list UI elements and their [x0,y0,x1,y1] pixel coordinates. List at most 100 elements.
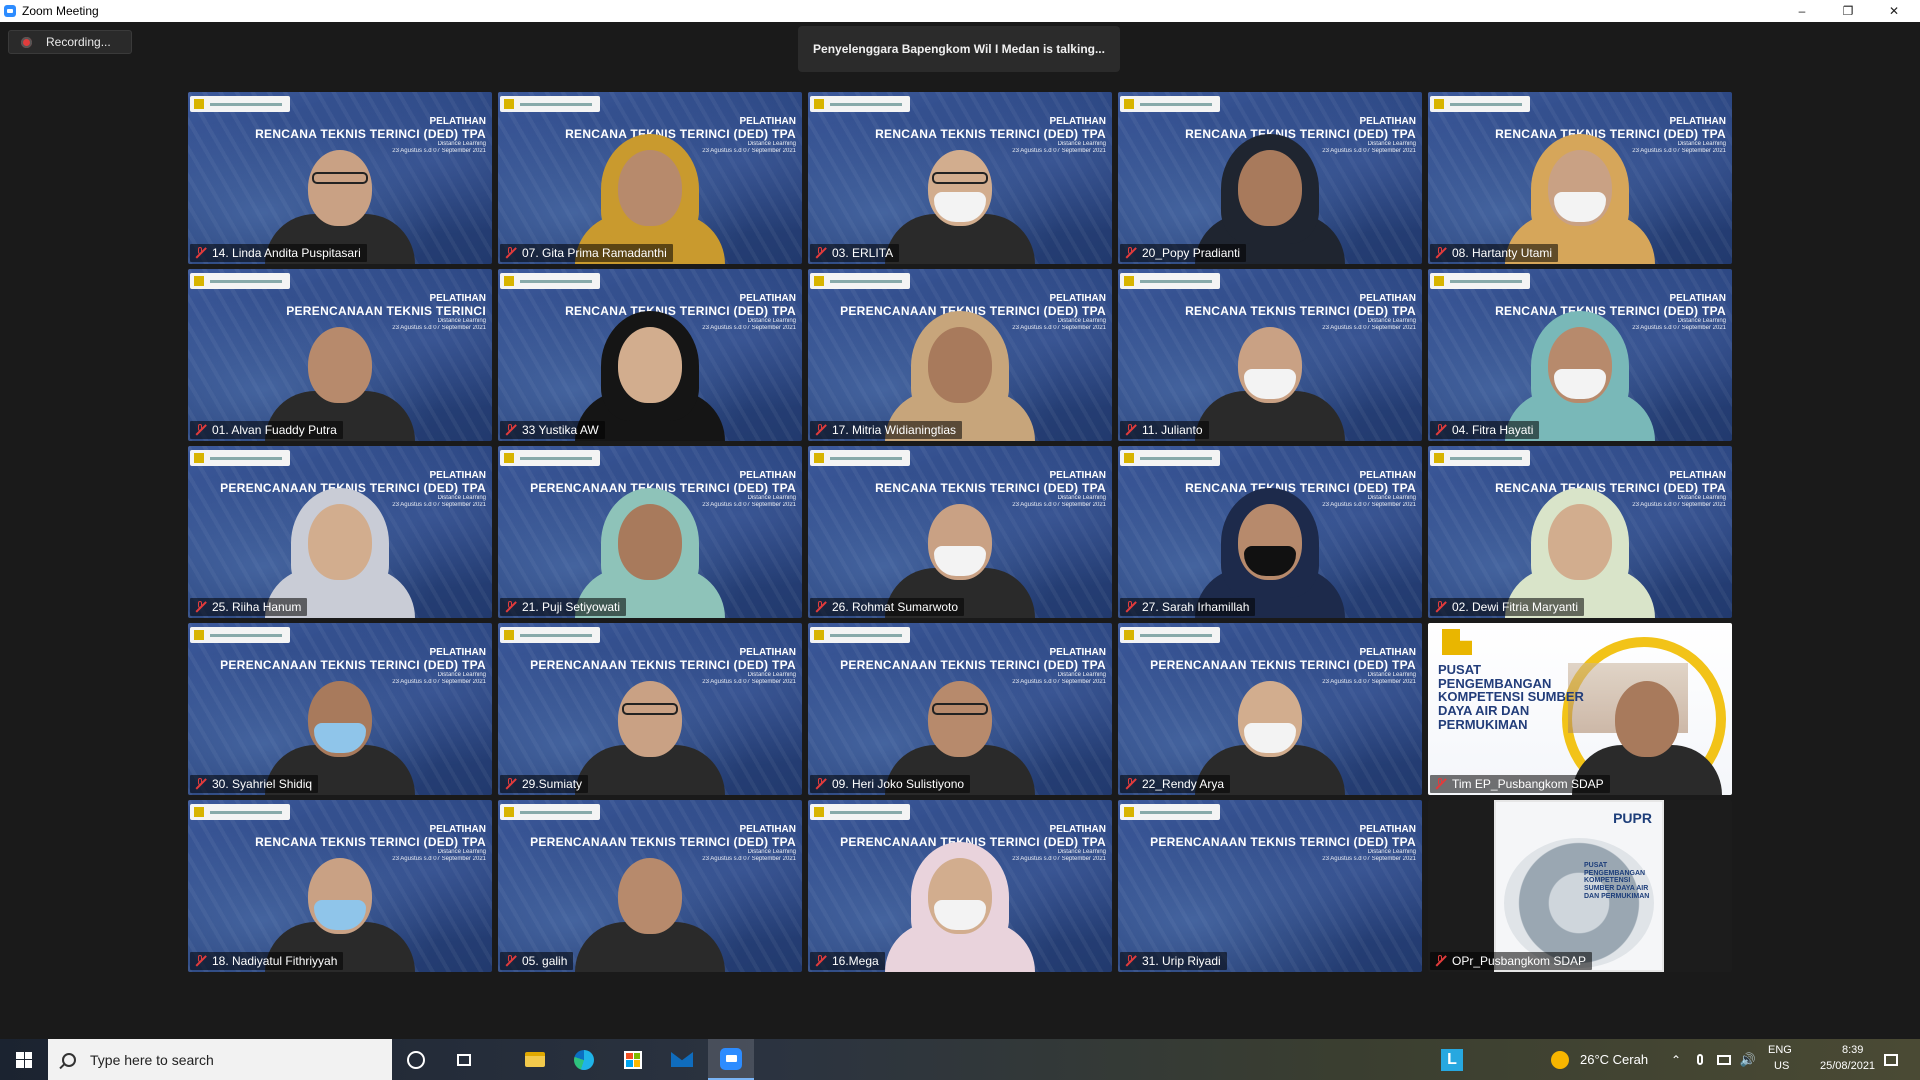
slide-heading-line1: PELATIHAN [429,647,486,658]
participant-video-tile[interactable]: PELATIHAN RENCANA TEKNIS TERINCI (DED) TP… [1118,269,1422,441]
participant-name-label: Tim EP_Pusbangkom SDAP [1430,775,1610,793]
slide-heading-title: RENCANA TEKNIS TERINCI (DED) TPA [1185,480,1416,495]
participant-video-tile[interactable]: PELATIHAN PERENCANAAN TEKNIS TERINCI (DED… [808,269,1112,441]
pu-logo-icon [1124,276,1134,286]
participant-name-label: 20_Popy Pradianti [1120,244,1247,262]
store-button[interactable] [613,1039,653,1080]
slide-heading-line1: PELATIHAN [429,470,486,481]
slide-heading-dates: 23 Agustus s.d 07 September 2021 [392,856,486,863]
participant-video-tile[interactable]: PELATIHAN RENCANA TEKNIS TERINCI (DED) TP… [1428,446,1732,618]
language-indicator[interactable]: ENG [1768,1044,1792,1056]
chevron-up-icon[interactable]: ⌃ [1668,1039,1684,1080]
participant-video-tile[interactable]: PELATIHAN RENCANA TEKNIS TERINCI (DED) TP… [1428,92,1732,264]
language-region[interactable]: US [1774,1060,1789,1072]
window-titlebar: Zoom Meeting – ❐ ✕ [0,0,1920,22]
pu-logo-icon [1434,453,1444,463]
slide-heading-title: RENCANA TEKNIS TERINCI (DED) TPA [255,126,486,141]
windows-taskbar: Type here to search L 26°C Cerah ⌃ 🔊 ENG… [0,1039,1920,1080]
participant-name-label: 04. Fitra Hayati [1430,421,1540,439]
participant-video-tile[interactable]: PELATIHAN PERENCANAAN TEKNIS TERINCI (DED… [498,446,802,618]
windows-logo-icon [16,1051,32,1068]
network-icon[interactable] [1714,1039,1734,1080]
pu-logo-icon [814,807,824,817]
participant-name-label: 33 Yustika AW [500,421,605,439]
slide-heading-line1: PELATIHAN [739,116,796,127]
participant-video-tile[interactable]: PELATIHAN RENCANA TEKNIS TERINCI (DED) TP… [188,800,492,972]
participant-video-tile[interactable]: PELATIHAN RENCANA TEKNIS TERINCI (DED) TP… [498,269,802,441]
participant-name: 01. Alvan Fuaddy Putra [212,423,337,437]
participant-name-label: 18. Nadiyatul Fithriyyah [190,952,344,970]
slide-heading-dates: 23 Agustus s.d 07 September 2021 [392,148,486,155]
slide-heading-line1: PELATIHAN [739,824,796,835]
participant-video-tile[interactable]: PELATIHAN PERENCANAAN TEKNIS TERINCI Dista… [188,269,492,441]
participant-video-tile[interactable]: PELATIHAN RENCANA TEKNIS TERINCI (DED) TP… [1118,92,1422,264]
participant-name-label: 31. Urip Riyadi [1120,952,1227,970]
slide-heading-subtitle: Distance Learning [437,318,486,325]
pu-logo-icon [1434,276,1444,286]
pu-logo-icon [1434,99,1444,109]
slide-heading-title: PERENCANAAN TEKNIS TERINCI (DED) TPA [530,657,796,672]
clock-date[interactable]: 25/08/2021 [1820,1060,1875,1072]
file-explorer-button[interactable] [515,1039,555,1080]
participant-video-tile[interactable]: PELATIHAN RENCANA TEKNIS TERINCI (DED) TP… [808,92,1112,264]
restore-button[interactable]: ❐ [1826,0,1870,22]
start-button[interactable] [0,1039,48,1080]
participant-video-tile[interactable]: PELATIHAN PERENCANAAN TEKNIS TERINCI (DED… [808,623,1112,795]
participant-video-tile[interactable]: PELATIHAN PERENCANAAN TEKNIS TERINCI (DED… [188,446,492,618]
slide-heading-dates: 23 Agustus s.d 07 September 2021 [1322,325,1416,332]
muted-microphone-icon [814,247,826,259]
participant-video-tile[interactable]: PELATIHAN PERENCANAAN TEKNIS TERINCI (DED… [498,623,802,795]
face [1548,504,1612,580]
slide-heading-dates: 23 Agustus s.d 07 September 2021 [1012,502,1106,509]
participant-video-tile[interactable]: PELATIHAN PERENCANAAN TEKNIS TERINCI (DED… [498,800,802,972]
participant-name: 29.Sumiaty [522,777,583,791]
taskbar-search-box[interactable]: Type here to search [48,1039,392,1080]
slide-logo-banner [500,804,600,820]
muted-microphone-icon [194,601,206,613]
participant-name: 30. Syahriel Shidiq [212,777,313,791]
muted-microphone-icon [814,778,826,790]
slide-heading-subtitle: Distance Learning [1057,495,1106,502]
task-view-button[interactable] [448,1039,480,1080]
weather-text[interactable]: 26°C Cerah [1580,1052,1648,1067]
face [1238,150,1302,226]
participant-video-tile[interactable]: PELATIHAN RENCANA TEKNIS TERINCI (DED) TP… [188,92,492,264]
minimize-button[interactable]: – [1780,0,1824,22]
muted-microphone-icon [1124,247,1136,259]
face [1614,681,1679,757]
action-center-button[interactable] [1876,1039,1906,1080]
record-icon [21,36,32,48]
weather-widget[interactable] [1548,1039,1572,1080]
cortana-circle-icon [407,1050,425,1069]
window-title: Zoom Meeting [22,4,99,18]
microphone-icon[interactable] [1692,1039,1708,1080]
participant-video-tile[interactable]: PELATIHAN RENCANA TEKNIS TERINCI (DED) TP… [808,446,1112,618]
mail-button[interactable] [662,1039,702,1080]
slide-heading-title: RENCANA TEKNIS TERINCI (DED) TPA [1495,303,1726,318]
pinned-app-l-button[interactable]: L [1440,1039,1464,1080]
edge-icon [574,1049,594,1070]
participant-video-tile[interactable]: PELATIHAN PERENCANAAN TEKNIS TERINCI (DED… [808,800,1112,972]
pu-logo-icon [814,99,824,109]
recording-indicator[interactable]: Recording... [8,30,132,54]
participant-video-tile[interactable]: PELATIHAN PERENCANAAN TEKNIS TERINCI (DED… [1118,623,1422,795]
participant-video-tile[interactable]: PUPR PUSAT PENGEMBANGAN KOMPETENSI SUMBER… [1428,800,1732,972]
muted-microphone-icon [1124,601,1136,613]
slide-heading-title: RENCANA TEKNIS TERINCI (DED) TPA [1495,126,1726,141]
edge-browser-button[interactable] [564,1039,604,1080]
participant-video-tile[interactable]: PELATIHAN PERENCANAAN TEKNIS TERINCI (DED… [188,623,492,795]
zoom-taskbar-button[interactable] [708,1039,754,1080]
pu-logo-icon [194,99,204,109]
cortana-button[interactable] [400,1039,432,1080]
pu-logo-icon [504,276,514,286]
slide-heading-title: RENCANA TEKNIS TERINCI (DED) TPA [1185,303,1416,318]
volume-icon[interactable]: 🔊 [1738,1039,1758,1080]
participant-video-tile[interactable]: PELATIHAN RENCANA TEKNIS TERINCI (DED) TP… [1118,446,1422,618]
clock-time[interactable]: 8:39 [1842,1044,1863,1056]
participant-video-tile[interactable]: PELATIHAN RENCANA TEKNIS TERINCI (DED) TP… [1428,269,1732,441]
participant-video-tile[interactable]: PUSAT PENGEMBANGAN KOMPETENSI SUMBER DAY… [1428,623,1732,795]
close-button[interactable]: ✕ [1872,0,1916,22]
participant-video-tile[interactable]: PELATIHAN RENCANA TEKNIS TERINCI (DED) TP… [498,92,802,264]
participant-video-tile[interactable]: PELATIHAN PERENCANAAN TEKNIS TERINCI (DED… [1118,800,1422,972]
task-view-icon [457,1053,471,1066]
